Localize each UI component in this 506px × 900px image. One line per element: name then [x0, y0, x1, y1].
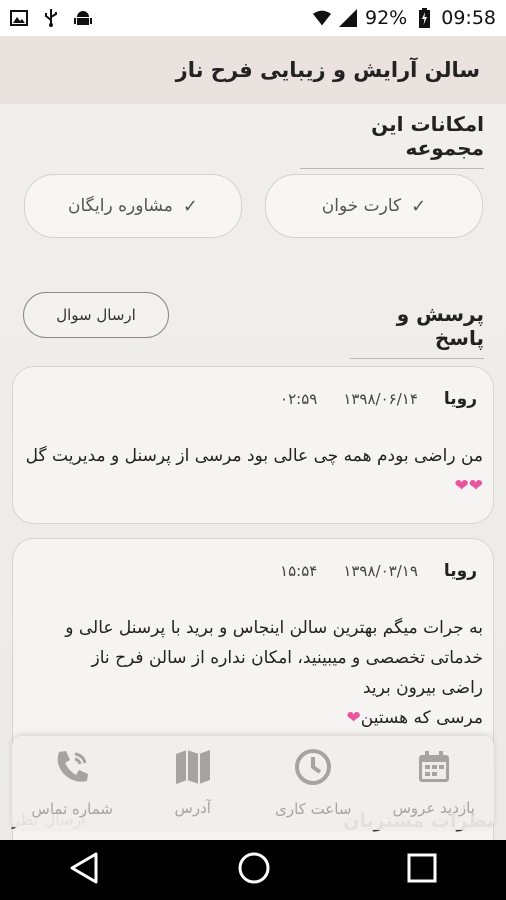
image-icon	[10, 9, 28, 27]
android-icon	[74, 9, 92, 27]
wifi-icon	[313, 9, 331, 27]
battery-charging-icon	[415, 8, 433, 28]
usb-icon	[42, 9, 60, 27]
main-content[interactable]: امکانات این مجموعه ✓ کارت خوان ✓ مشاوره …	[0, 104, 506, 840]
post-meta: رویا ۱۳۹۸/۰۳/۱۹ ۱۵:۵۴	[29, 561, 477, 581]
status-time: 09:58	[441, 7, 496, 29]
post-date: ۱۳۹۸/۰۶/۱۴	[343, 390, 418, 408]
facility-label: مشاوره رایگان	[68, 196, 173, 216]
nav-address[interactable]: آدرس	[133, 736, 254, 830]
check-icon: ✓	[411, 195, 427, 217]
home-icon[interactable]	[237, 851, 271, 889]
page-title: سالن آرایش و زیبایی فرح ناز	[175, 58, 480, 82]
post-text: به جرات میگم بهترین سالن اینجاس و برید ب…	[65, 618, 483, 728]
nav-bride-visit[interactable]: بازدید عروس	[374, 736, 495, 830]
calendar-icon	[416, 749, 452, 789]
nav-label: ساعت کاری	[275, 800, 352, 818]
post-date: ۱۳۹۸/۰۳/۱۹	[343, 562, 418, 580]
post-time: ۱۵:۵۴	[280, 562, 318, 580]
facility-label: کارت خوان	[321, 196, 402, 216]
facility-free-consultation: ✓ مشاوره رایگان	[24, 174, 242, 238]
nav-label: شماره تماس	[31, 800, 113, 818]
post-meta: رویا ۱۳۹۸/۰۶/۱۴ ۰۲:۵۹	[29, 389, 477, 409]
status-bar: 92% 09:58	[0, 0, 506, 36]
check-icon: ✓	[182, 195, 198, 217]
clock-icon	[294, 748, 332, 790]
back-icon[interactable]	[68, 851, 102, 889]
post-text: من راضی بودم همه چی عالی بود مرسی از پرس…	[25, 446, 484, 496]
system-nav-bar	[0, 840, 506, 900]
nav-label: بازدید عروس	[392, 799, 475, 817]
nav-working-hours[interactable]: ساعت کاری	[253, 736, 374, 830]
battery-percent: 92%	[365, 7, 408, 29]
qa-title: پرسش و پاسخ	[350, 302, 484, 359]
phone-icon	[53, 748, 91, 790]
map-icon	[174, 749, 212, 789]
nav-phone[interactable]: شماره تماس	[12, 736, 133, 830]
qa-post: رویا ۱۳۹۸/۰۶/۱۴ ۰۲:۵۹ من راضی بودم همه چ…	[12, 366, 494, 524]
heart-icon: ❤❤	[454, 476, 484, 496]
post-author: رویا	[443, 561, 477, 581]
facilities-title: امکانات این مجموعه	[300, 112, 484, 169]
post-author: رویا	[443, 389, 477, 409]
post-time: ۰۲:۵۹	[280, 390, 318, 408]
facility-card-reader: ✓ کارت خوان	[265, 174, 483, 238]
heart-icon: ❤	[346, 708, 361, 728]
recents-icon[interactable]	[406, 852, 438, 888]
app-bar: سالن آرایش و زیبایی فرح ناز	[0, 36, 506, 104]
ask-question-button[interactable]: ارسال سوال	[23, 292, 169, 338]
bottom-nav: بازدید عروس ساعت کاری آدرس شماره تماس	[12, 736, 494, 830]
nav-label: آدرس	[174, 799, 211, 817]
signal-icon	[339, 9, 357, 27]
